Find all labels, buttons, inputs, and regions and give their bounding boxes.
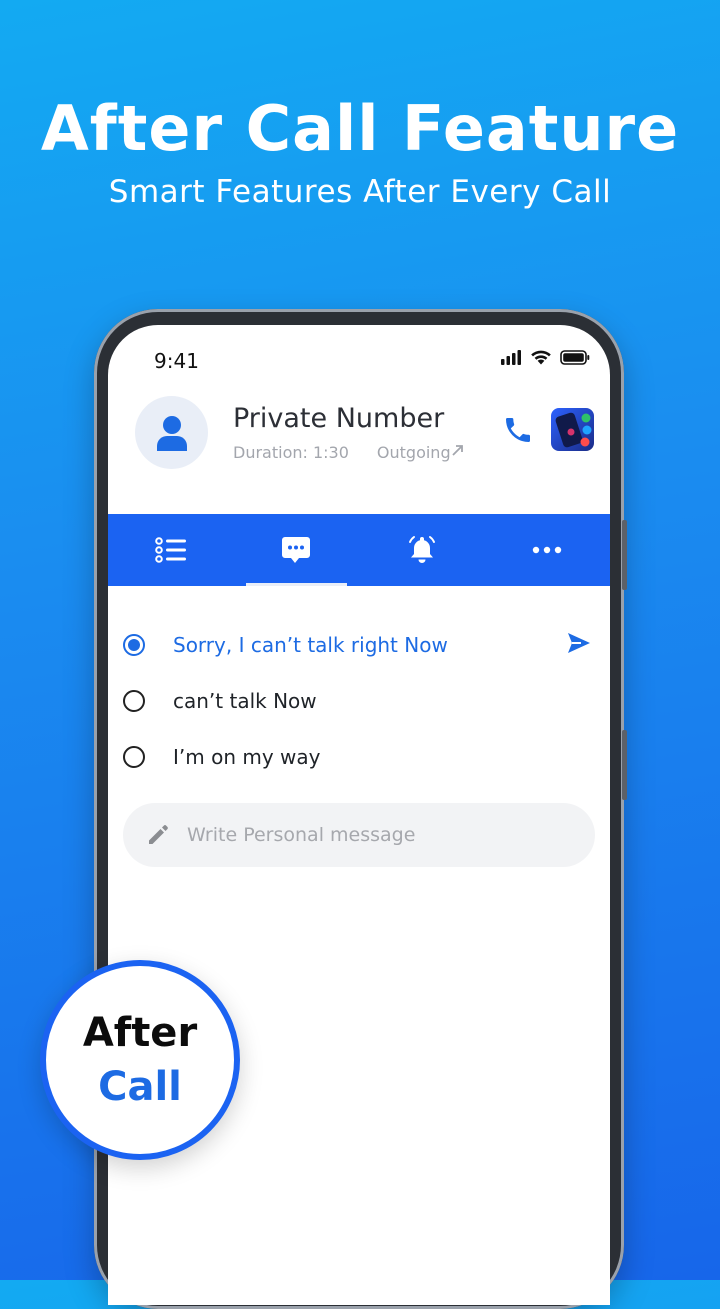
send-button[interactable]: [566, 630, 592, 660]
more-icon: [533, 546, 562, 554]
signal-icon: [501, 350, 521, 365]
status-icons: [500, 349, 590, 365]
call-direction: Outgoing: [377, 443, 465, 462]
radio-selected[interactable]: [123, 634, 145, 656]
bell-icon: [408, 536, 435, 563]
call-back-button[interactable]: [502, 414, 534, 450]
quick-reply-text: I’m on my way: [173, 745, 321, 769]
quick-reply-text: Sorry, I can’t talk right Now: [173, 633, 448, 657]
tab-list[interactable]: [108, 514, 234, 586]
tab-more[interactable]: [485, 514, 611, 586]
outgoing-arrow-icon: [451, 445, 463, 456]
battery-icon: [560, 349, 590, 365]
quick-reply-option[interactable]: I’m on my way: [108, 729, 610, 785]
promo-subtitle: Smart Features After Every Call: [108, 174, 612, 210]
app-logo-icon: [555, 412, 592, 448]
badge-line-1: After: [82, 1010, 198, 1056]
contact-name: Private Number: [233, 403, 445, 434]
quick-reply-option[interactable]: can’t talk Now: [108, 673, 610, 729]
wifi-icon: [531, 350, 551, 365]
quick-reply-text: can’t talk Now: [173, 689, 317, 713]
promo-title: After Call Feature: [40, 92, 680, 165]
radio-unselected[interactable]: [123, 746, 145, 768]
call-meta: Duration: 1:30 Outgoing: [233, 443, 465, 462]
status-time: 9:41: [154, 349, 199, 373]
after-call-badge: After Call: [40, 960, 240, 1160]
phone-screen: 9:41 Private Number Duration: 1:30 Outgo…: [108, 325, 610, 1305]
tab-reminder[interactable]: [359, 514, 485, 586]
app-icon[interactable]: [551, 408, 594, 451]
phone-icon: [506, 418, 530, 442]
list-icon: [154, 537, 186, 563]
send-icon: [568, 633, 590, 653]
personal-message-input[interactable]: [185, 823, 569, 847]
call-duration: Duration: 1:30: [233, 443, 349, 462]
person-icon: [156, 415, 187, 451]
pencil-icon: [149, 825, 168, 844]
personal-message-field[interactable]: [123, 803, 595, 867]
quick-reply-list: Sorry, I can’t talk right Now can’t talk…: [108, 617, 610, 785]
tab-message[interactable]: [234, 514, 360, 586]
call-direction-label: Outgoing: [376, 443, 451, 462]
badge-line-2: Call: [98, 1064, 182, 1110]
avatar: [135, 396, 208, 469]
radio-unselected[interactable]: [123, 690, 145, 712]
quick-reply-option[interactable]: Sorry, I can’t talk right Now: [108, 617, 610, 673]
phone-side-button: [622, 730, 627, 800]
action-tab-bar: [108, 514, 610, 586]
message-icon: [282, 537, 311, 563]
phone-side-button: [622, 520, 627, 590]
